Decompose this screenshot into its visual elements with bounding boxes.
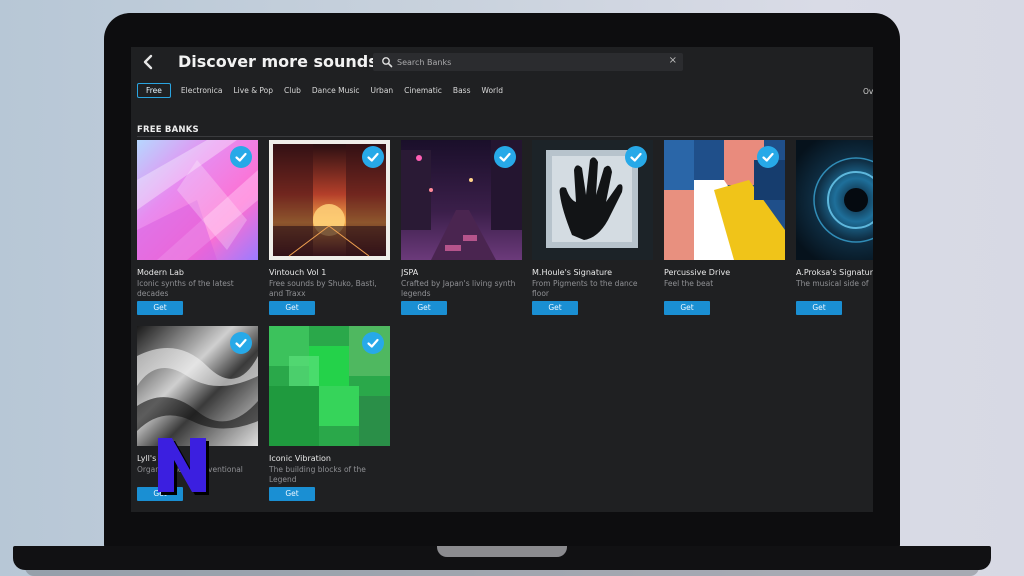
check-icon[interactable] xyxy=(230,332,252,354)
get-button[interactable]: Get xyxy=(664,301,710,315)
card-title: Vintouch Vol 1 xyxy=(269,268,327,277)
card-description: Free sounds by Shuko, Basti, and Traxx xyxy=(269,279,377,298)
app-window: Discover more sounds × Free Electronica … xyxy=(131,47,873,512)
card-title: JSPA xyxy=(401,268,419,277)
filter-chip-urban[interactable]: Urban xyxy=(366,83,397,98)
search-icon xyxy=(382,57,393,68)
search-box[interactable]: × xyxy=(373,53,683,71)
filter-chip-bass[interactable]: Bass xyxy=(449,83,475,98)
filter-chip-dance-music[interactable]: Dance Music xyxy=(308,83,364,98)
search-input[interactable] xyxy=(397,54,659,70)
cover-art xyxy=(796,140,873,260)
bank-card-modern-lab[interactable]: Modern Lab Iconic synths of the latest d… xyxy=(137,140,259,315)
check-icon[interactable] xyxy=(362,332,384,354)
card-description: Feel the beat xyxy=(664,279,714,288)
filter-chip-free[interactable]: Free xyxy=(137,83,171,98)
filter-chip-world[interactable]: World xyxy=(477,83,507,98)
get-button[interactable]: Get xyxy=(269,301,315,315)
card-title: M.Houle's Signature xyxy=(532,268,613,277)
cover-art xyxy=(401,140,522,260)
card-description: From Pigments to the dance floor xyxy=(532,279,638,298)
card-description: Iconic synths of the latest decades xyxy=(137,279,234,298)
close-icon[interactable]: × xyxy=(669,55,677,66)
laptop-notch xyxy=(437,546,567,557)
filter-chip-electronica[interactable]: Electronica xyxy=(177,83,227,98)
card-title: A.Proksa's Signature xyxy=(796,268,873,277)
cover-art xyxy=(269,326,390,446)
page-title: Discover more sounds xyxy=(178,52,378,71)
cover-art xyxy=(664,140,785,260)
get-button[interactable]: Get xyxy=(796,301,842,315)
check-icon[interactable] xyxy=(757,146,779,168)
card-title: Iconic Vibration xyxy=(269,454,331,463)
overflow-label[interactable]: Ov xyxy=(863,87,873,96)
check-icon[interactable] xyxy=(494,146,516,168)
laptop-base xyxy=(13,546,991,570)
card-title: Percussive Drive xyxy=(664,268,731,277)
filter-chip-live-pop[interactable]: Live & Pop xyxy=(230,83,278,98)
card-description: The building blocks of the Legend xyxy=(269,465,366,484)
get-button[interactable]: Get xyxy=(401,301,447,315)
cover-art xyxy=(137,140,258,260)
check-icon[interactable] xyxy=(625,146,647,168)
back-button[interactable] xyxy=(140,53,158,71)
bank-card-jspa[interactable]: JSPA Crafted by Japan's living synth leg… xyxy=(401,140,523,315)
get-button[interactable]: Get xyxy=(269,487,315,501)
bank-card-m-houles-signature[interactable]: M.Houle's Signature From Pigments to the… xyxy=(532,140,654,315)
header: Discover more sounds × xyxy=(131,47,873,77)
card-title: Modern Lab xyxy=(137,268,184,277)
cover-art xyxy=(269,140,390,260)
bank-card-percussive-drive[interactable]: Percussive Drive Feel the beat Get xyxy=(664,140,786,315)
card-description: Crafted by Japan's living synth legends xyxy=(401,279,516,298)
filter-chip-cinematic[interactable]: Cinematic xyxy=(400,83,446,98)
card-description: The musical side of xyxy=(796,279,869,288)
bank-card-iconic-vibration[interactable]: Iconic Vibration The building blocks of … xyxy=(269,326,391,501)
check-icon[interactable] xyxy=(362,146,384,168)
cover-art xyxy=(137,326,258,446)
filter-bar: Free Electronica Live & Pop Club Dance M… xyxy=(137,83,510,98)
section-title: FREE BANKS xyxy=(137,125,199,135)
channel-logo-icon xyxy=(158,438,209,495)
cover-art xyxy=(532,140,653,260)
check-icon[interactable] xyxy=(230,146,252,168)
get-button[interactable]: Get xyxy=(137,301,183,315)
chevron-left-icon xyxy=(143,54,153,70)
bank-card-vintouch-vol-1[interactable]: Vintouch Vol 1 Free sounds by Shuko, Bas… xyxy=(269,140,391,315)
filter-chip-club[interactable]: Club xyxy=(280,83,305,98)
bank-card-a-proksas-signature[interactable]: A.Proksa's Signature The musical side of… xyxy=(796,140,873,315)
section-divider xyxy=(137,136,873,137)
get-button[interactable]: Get xyxy=(532,301,578,315)
